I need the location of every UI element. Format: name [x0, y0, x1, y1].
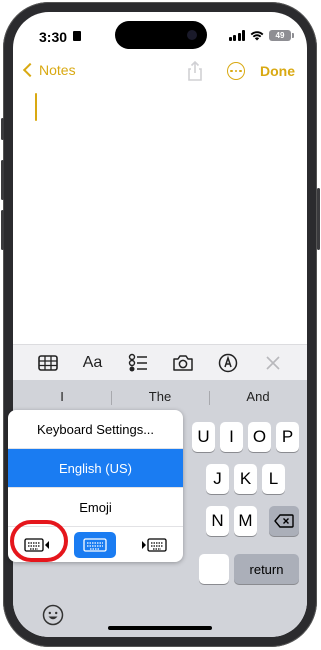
text-cursor [35, 93, 37, 121]
action-button [1, 118, 4, 140]
delete-key[interactable] [269, 506, 299, 536]
full-keyboard-option[interactable] [74, 532, 117, 558]
camera-icon[interactable] [172, 352, 194, 374]
key-n[interactable]: N [206, 506, 229, 536]
front-camera [187, 30, 197, 40]
backspace-icon [274, 514, 294, 528]
key-i[interactable]: I [220, 422, 243, 452]
key-p[interactable]: P [276, 422, 299, 452]
prediction-3[interactable]: And [209, 389, 307, 405]
space-key-edge[interactable] [199, 554, 229, 584]
battery-icon: 49 [269, 30, 294, 41]
volume-up-button [1, 160, 4, 200]
formatting-toolbar: Aa [13, 344, 307, 380]
right-handed-keyboard-option[interactable] [133, 532, 175, 558]
keyboard-icon [83, 538, 108, 552]
orientation-lock-icon [73, 31, 81, 41]
key-k[interactable]: K [234, 464, 257, 494]
wifi-icon [250, 31, 264, 41]
share-icon[interactable] [185, 60, 205, 82]
nav-bar: Notes Done [13, 60, 307, 84]
power-button [317, 188, 320, 250]
prediction-2[interactable]: The [111, 389, 209, 405]
markup-icon[interactable] [217, 352, 239, 374]
key-l[interactable]: L [262, 464, 285, 494]
battery-level: 49 [275, 31, 285, 40]
return-key[interactable]: return [234, 554, 299, 584]
key-j[interactable]: J [206, 464, 229, 494]
volume-down-button [1, 210, 4, 250]
status-time: 3:30 [39, 29, 68, 45]
text-format-icon[interactable]: Aa [82, 352, 104, 374]
key-o[interactable]: O [248, 422, 271, 452]
close-icon[interactable] [262, 352, 284, 374]
key-u[interactable]: U [192, 422, 215, 452]
key-m[interactable]: M [234, 506, 257, 536]
keyboard-settings-item[interactable]: Keyboard Settings... [8, 410, 183, 449]
prediction-1[interactable]: I [13, 389, 111, 404]
more-options-icon[interactable] [227, 62, 245, 80]
format-label: Aa [82, 353, 103, 371]
cellular-signal-icon [228, 30, 245, 41]
dynamic-island [115, 21, 207, 49]
highlight-circle [10, 520, 68, 562]
back-button[interactable]: Notes [22, 62, 76, 78]
status-indicators: 49 [228, 30, 294, 41]
checklist-icon[interactable] [127, 352, 149, 374]
emoji-icon[interactable] [42, 604, 64, 626]
done-button[interactable]: Done [260, 63, 295, 79]
keyboard-right-icon [141, 538, 167, 552]
table-icon[interactable] [37, 352, 59, 374]
home-indicator [108, 626, 212, 630]
chevron-left-icon [22, 62, 38, 78]
back-label: Notes [39, 62, 76, 78]
predictive-bar: I The And [13, 380, 307, 412]
english-us-item[interactable]: English (US) [8, 449, 183, 488]
